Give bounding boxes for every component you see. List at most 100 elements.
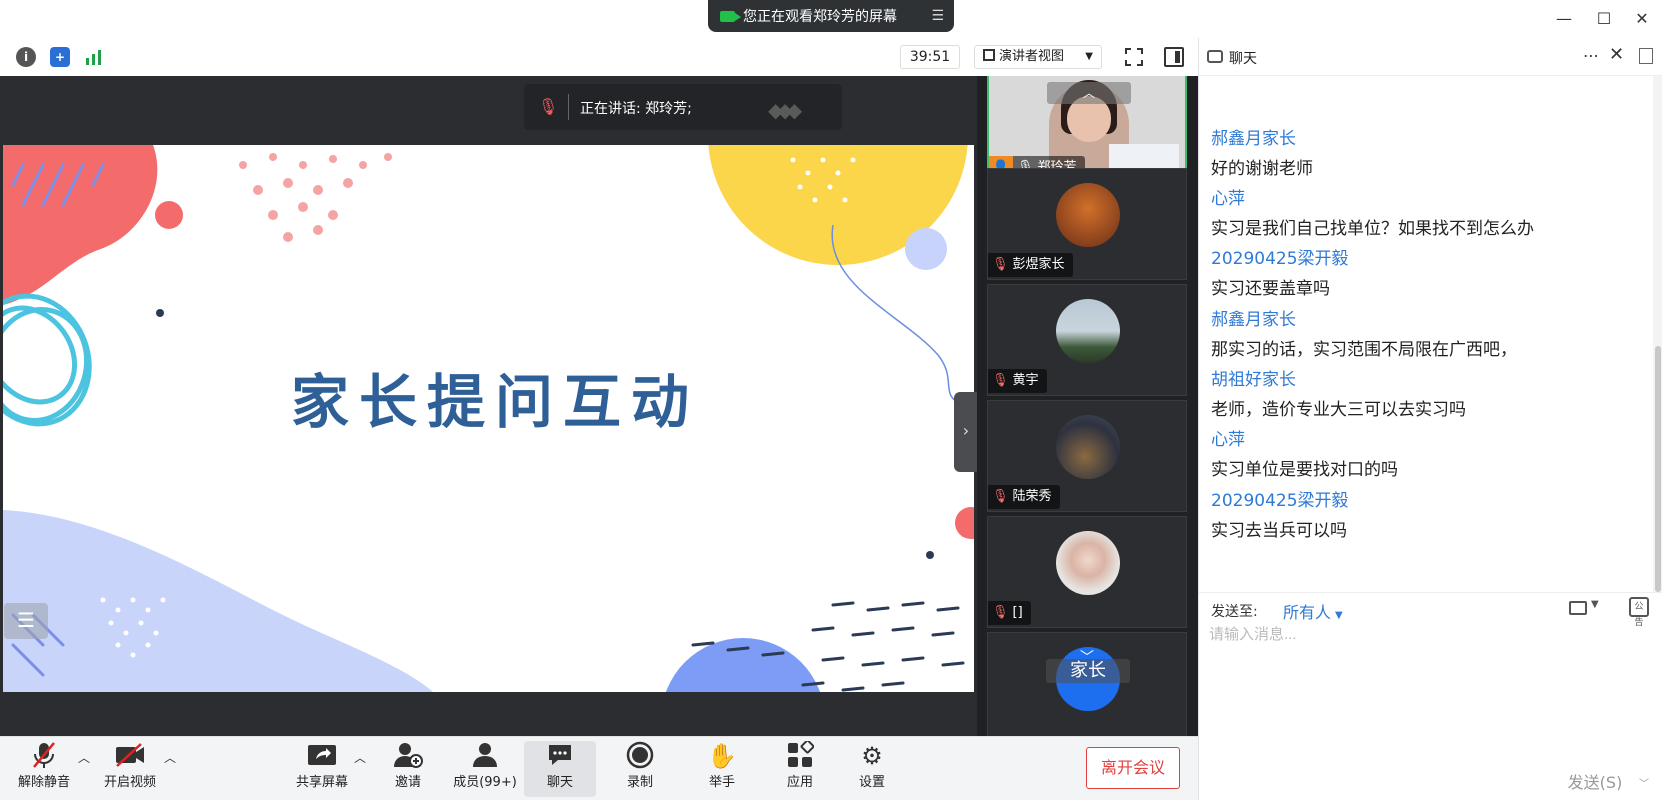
message-sender: 20290425梁开毅	[1211, 491, 1349, 511]
invite-label: 邀请	[394, 775, 421, 790]
unmute-label: 解除静音	[17, 775, 70, 790]
leave-meeting-button[interactable]: 离开会议	[1086, 747, 1180, 789]
chat-message-list[interactable]: 郝鑫月家长 好的谢谢老师 心萍 实习是我们自己找单位？如果找不到怎么办 2029…	[1199, 76, 1653, 592]
minimize-icon[interactable]: —	[1552, 8, 1576, 30]
chevron-down-icon[interactable]: ▼	[1591, 599, 1599, 610]
recipient-value: 所有人	[1283, 603, 1332, 622]
chat-compose: 发送至: 所有人▼ ▼ 公告 发送(S) ﹀	[1199, 592, 1662, 800]
close-window-icon[interactable]: ✕	[1630, 8, 1654, 30]
info-icon[interactable]: i	[16, 47, 36, 67]
members-label: 成员(99+)	[453, 775, 517, 790]
speaking-label: 正在讲话: 郑玲芳;	[580, 101, 692, 117]
start-video-button[interactable]: 开启视频	[94, 741, 166, 797]
audio-options-chevron-icon[interactable]: ︿	[78, 749, 90, 766]
maximize-icon[interactable]: ☐	[1592, 8, 1616, 30]
view-mode-label: 演讲者视图	[999, 49, 1065, 64]
muted-mic-icon: 🎙	[538, 97, 559, 116]
start-video-label: 开启视频	[103, 775, 156, 790]
pop-out-icon[interactable]	[1639, 48, 1653, 64]
raise-hand-button[interactable]: ✋ 举手	[686, 741, 758, 797]
message-text: 那实习的话，实习范围不局限在广西吧，	[1211, 340, 1517, 360]
members-icon	[444, 741, 526, 771]
participant-namebar: 🎙 黄宇	[988, 369, 1047, 393]
video-off-icon	[94, 741, 166, 771]
send-to-label: 发送至:	[1211, 604, 1258, 620]
message-sender: 20290425梁开毅	[1211, 249, 1349, 269]
muted-mic-icon: 🎙	[992, 605, 1009, 620]
scrollbar-thumb[interactable]	[1655, 346, 1661, 592]
message-sender: 郝鑫月家长	[1211, 129, 1296, 149]
message-text: 实习单位是要找对口的吗	[1211, 460, 1398, 480]
settings-label: 设置	[858, 775, 885, 790]
presentation-slide: 家长提问互动	[3, 145, 974, 692]
sidebar-toggle-icon[interactable]	[1164, 47, 1184, 67]
share-screen-button[interactable]: 共享屏幕	[286, 741, 358, 797]
add-user-icon	[372, 741, 444, 771]
settings-button[interactable]: ⚙ 设置	[836, 741, 908, 797]
announcement-icon[interactable]: 公告	[1629, 597, 1649, 628]
avatar	[1056, 531, 1120, 595]
close-chat-icon[interactable]: ✕	[1609, 44, 1624, 65]
hand-icon: ✋	[707, 742, 737, 770]
file-folder-icon[interactable]	[1569, 601, 1587, 615]
chat-button[interactable]: 聊天	[524, 741, 596, 797]
message-text: 实习是我们自己找单位？如果找不到怎么办	[1211, 219, 1534, 239]
muted-mic-icon: 🎙	[992, 373, 1009, 388]
slide-menu-icon[interactable]: ☰	[4, 603, 48, 639]
message-sender: 郝鑫月家长	[1211, 310, 1296, 330]
muted-mic-icon: 🎙	[992, 489, 1009, 504]
fullscreen-icon[interactable]	[1124, 47, 1144, 67]
meeting-controls: 解除静音 ︿ 开启视频 ︿ 共享屏幕 ︿ 邀请 成员(99+) 聊天 录制 ✋ …	[0, 736, 1198, 800]
more-options-icon[interactable]: ⋯	[1583, 46, 1599, 65]
share-screen-label: 共享屏幕	[295, 775, 348, 790]
members-button[interactable]: 成员(99+)	[444, 741, 526, 797]
participant-tile[interactable]: 🎙 黄宇	[987, 284, 1187, 396]
gear-icon: ⚙	[861, 742, 883, 770]
banner-menu-icon[interactable]: ☰	[931, 8, 944, 24]
security-shield-icon[interactable]: +	[50, 47, 70, 67]
chevron-down-icon: ▼	[1335, 610, 1343, 621]
send-options-chevron-icon[interactable]: ﹀	[1639, 775, 1649, 790]
stage-bottom-bar	[0, 692, 977, 736]
chevron-down-icon[interactable]: ﹀	[1080, 647, 1094, 667]
window-titlebar: 您正在观看郑玲芳的屏幕 ☰ — ☐ ✕	[0, 0, 1662, 38]
chat-panel: 聊天 ⋯ ✕ 郝鑫月家长 好的谢谢老师 心萍 实习是我们自己找单位？如果找不到怎…	[1198, 38, 1662, 800]
signal-strength-icon[interactable]	[84, 47, 104, 67]
participant-name: 彭煜家长	[1012, 257, 1065, 272]
chat-label: 聊天	[546, 775, 573, 790]
chat-bubble-icon	[1207, 50, 1223, 63]
record-icon	[604, 741, 676, 771]
message-input[interactable]	[1209, 623, 1649, 763]
unmute-button[interactable]: 解除静音	[8, 741, 80, 797]
shared-screen-stage: 🎙 正在讲话: 郑玲芳; ◆◆◆ 家长提问互动 ☰ ›	[0, 76, 978, 736]
participant-tile[interactable]: 家长 ﹀	[987, 632, 1187, 736]
participant-tile[interactable]: 🎙 彭煜家长	[987, 168, 1187, 280]
app-logo-icon: ◆◆◆	[768, 98, 802, 122]
apps-grid-icon	[764, 739, 836, 771]
invite-button[interactable]: 邀请	[372, 741, 444, 797]
layout-icon	[983, 49, 995, 61]
chevron-up-icon[interactable]: ︿	[1047, 82, 1131, 104]
message-sender: 心萍	[1211, 189, 1245, 209]
view-mode-select[interactable]: 演讲者视图 ▼	[974, 45, 1102, 69]
message-sender: 心萍	[1211, 430, 1245, 450]
video-options-chevron-icon[interactable]: ︿	[164, 749, 176, 766]
participant-tile[interactable]: 🎙[]	[987, 516, 1187, 628]
send-button[interactable]: 发送(S)	[1555, 769, 1635, 797]
top-toolbar: i + 39:51 演讲者视图 ▼	[0, 38, 1198, 76]
record-label: 录制	[626, 775, 653, 790]
avatar	[1056, 299, 1120, 363]
record-button[interactable]: 录制	[604, 741, 676, 797]
recipient-select[interactable]: 所有人 ▼	[1283, 599, 1343, 623]
share-options-chevron-icon[interactable]: ︿	[354, 749, 366, 766]
meeting-timer: 39:51	[900, 45, 960, 69]
apps-button[interactable]: 应用	[764, 739, 836, 797]
participant-namebar: 🎙[]	[988, 601, 1031, 625]
participant-tile[interactable]: 🎙 陆荣秀	[987, 400, 1187, 512]
collapse-strip-icon[interactable]: ›	[954, 392, 978, 472]
participant-name: 陆荣秀	[1012, 489, 1052, 504]
chat-scrollbar[interactable]	[1653, 76, 1662, 592]
screen-share-banner[interactable]: 您正在观看郑玲芳的屏幕 ☰	[708, 0, 954, 32]
chat-bubble-icon	[524, 741, 596, 771]
slide-title: 家长提问互动	[291, 368, 700, 436]
